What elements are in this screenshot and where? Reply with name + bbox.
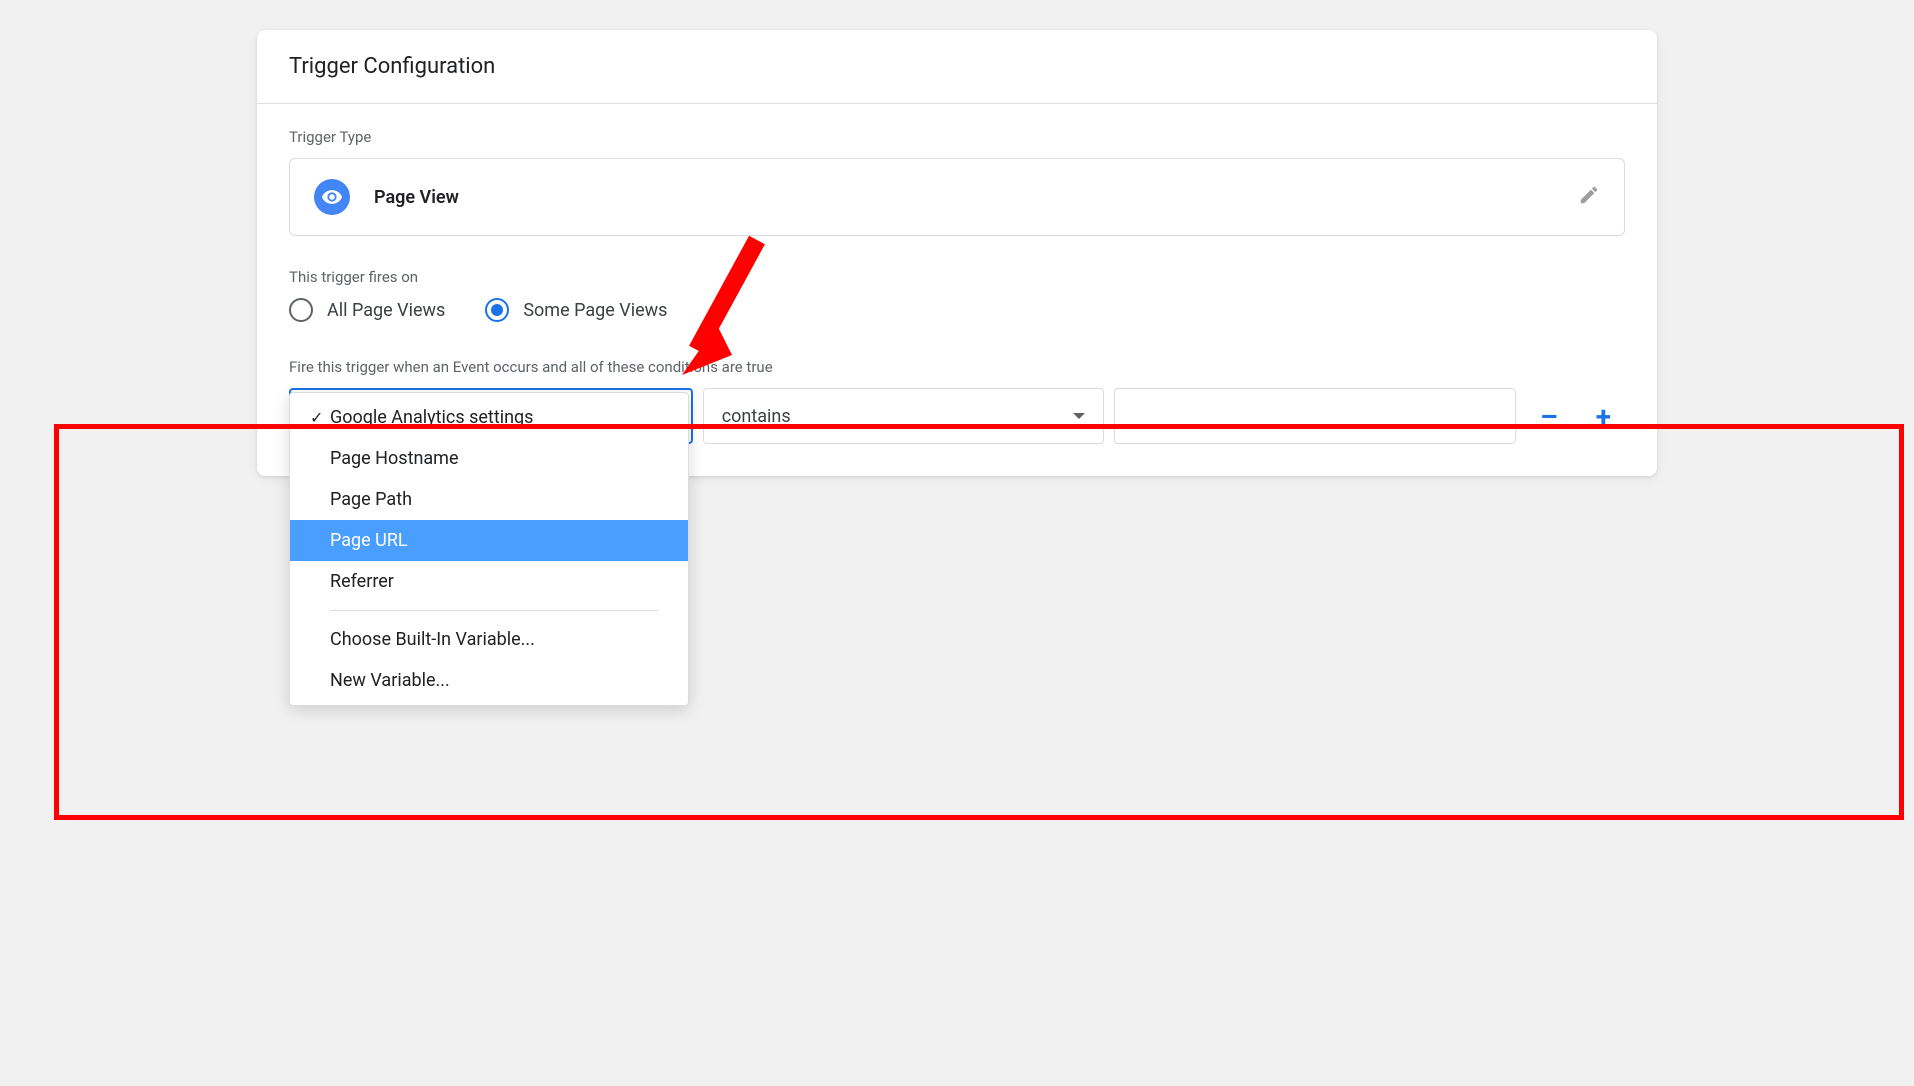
card-header: Trigger Configuration — [257, 30, 1657, 104]
card-body: Trigger Type Page View This trigger fire… — [257, 104, 1657, 476]
radio-some-page-views[interactable]: Some Page Views — [485, 298, 667, 322]
eye-icon — [314, 179, 350, 215]
trigger-config-card: Trigger Configuration Trigger Type Page … — [257, 30, 1657, 476]
trigger-type-label: Trigger Type — [289, 128, 1625, 146]
radio-circle-some — [485, 298, 509, 322]
conditions-label: Fire this trigger when an Event occurs a… — [289, 358, 1625, 376]
dropdown-item-choose-builtin[interactable]: Choose Built-In Variable... — [290, 619, 688, 660]
add-condition-button[interactable]: + — [1582, 400, 1625, 433]
dropdown-item-new-variable[interactable]: New Variable... — [290, 660, 688, 701]
dropdown-item-label: Page Path — [330, 489, 412, 510]
radio-label-some: Some Page Views — [523, 300, 667, 321]
dropdown-item-ga-settings[interactable]: ✓ Google Analytics settings — [290, 397, 688, 438]
fires-on-section: This trigger fires on All Page Views Som… — [289, 268, 1625, 322]
operator-select[interactable]: contains — [703, 388, 1105, 444]
dropdown-item-label: Google Analytics settings — [330, 407, 533, 428]
check-icon: ✓ — [310, 408, 330, 427]
chevron-down-icon — [1073, 413, 1085, 419]
dropdown-item-page-url[interactable]: Page URL — [290, 520, 688, 561]
conditions-section: Fire this trigger when an Event occurs a… — [289, 358, 1625, 444]
dropdown-item-label: New Variable... — [330, 670, 450, 691]
trigger-type-section: Trigger Type Page View — [289, 128, 1625, 236]
radio-label-all: All Page Views — [327, 300, 445, 321]
radio-all-page-views[interactable]: All Page Views — [289, 298, 445, 322]
radio-group: All Page Views Some Page Views — [289, 298, 1625, 322]
fires-on-label: This trigger fires on — [289, 268, 1625, 286]
dropdown-item-label: Page Hostname — [330, 448, 459, 469]
variable-dropdown-menu: ✓ Google Analytics settings Page Hostnam… — [289, 392, 689, 706]
card-title: Trigger Configuration — [289, 54, 1625, 79]
condition-value-input[interactable] — [1114, 388, 1516, 444]
trigger-type-left: Page View — [314, 179, 459, 215]
trigger-type-name: Page View — [374, 187, 459, 208]
dropdown-item-page-path[interactable]: Page Path — [290, 479, 688, 520]
dropdown-item-page-hostname[interactable]: Page Hostname — [290, 438, 688, 479]
pencil-icon[interactable] — [1578, 184, 1600, 210]
dropdown-item-label: Page URL — [330, 530, 408, 551]
dropdown-item-label: Choose Built-In Variable... — [330, 629, 535, 650]
dropdown-item-referrer[interactable]: Referrer — [290, 561, 688, 602]
radio-dot — [491, 304, 503, 316]
dropdown-divider — [330, 610, 658, 611]
operator-select-value: contains — [722, 406, 791, 427]
remove-condition-button[interactable]: – — [1526, 400, 1572, 433]
dropdown-item-label: Referrer — [330, 571, 394, 592]
trigger-type-box[interactable]: Page View — [289, 158, 1625, 236]
radio-circle-all — [289, 298, 313, 322]
